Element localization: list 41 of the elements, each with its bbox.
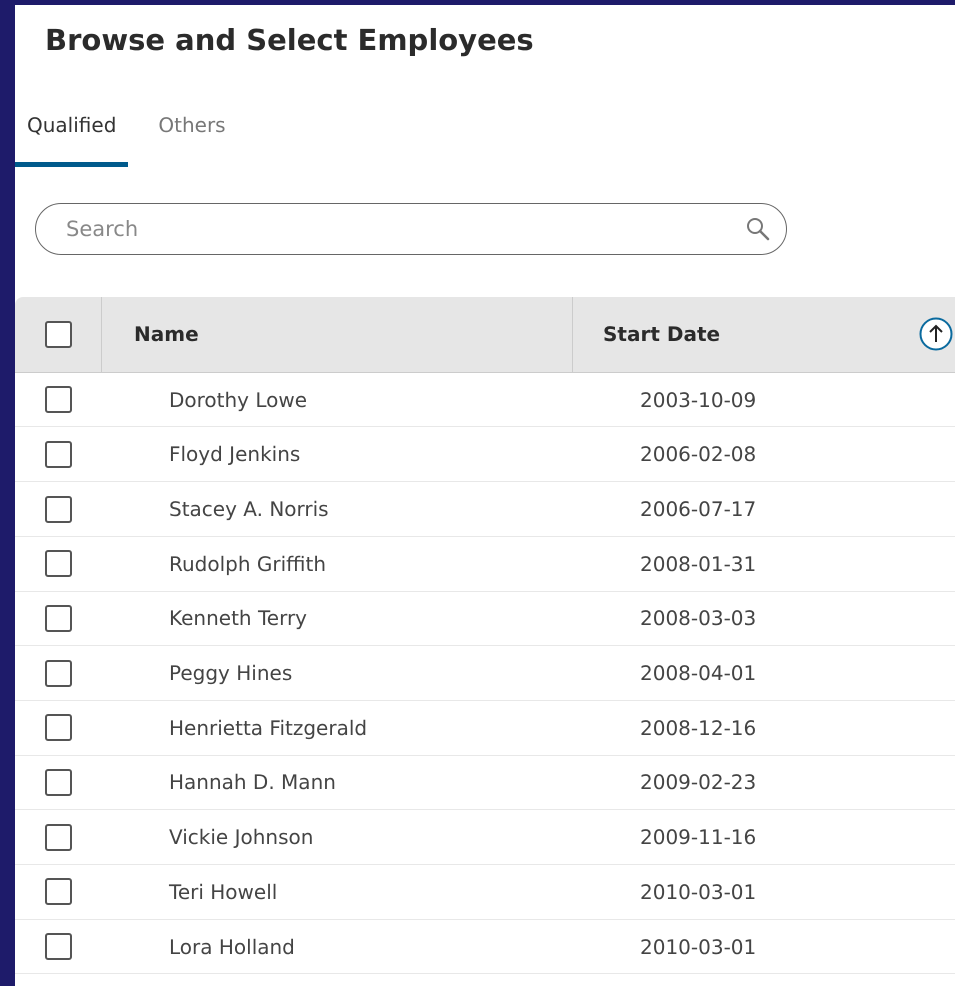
start-date: 2009-02-23 bbox=[639, 769, 756, 796]
tab[interactable]: Qualified bbox=[15, 104, 128, 167]
employee-name: Kenneth Terry bbox=[168, 605, 308, 632]
row-checkbox[interactable] bbox=[45, 660, 72, 687]
employee-name: Dorothy Lowe bbox=[168, 386, 308, 414]
start-date: 2008-03-03 bbox=[639, 605, 756, 632]
search-icon bbox=[745, 216, 771, 242]
dialog-title: Browse and Select Employees bbox=[44, 22, 535, 58]
start-date: 2010-03-01 bbox=[639, 934, 756, 961]
row-checkbox[interactable] bbox=[45, 933, 72, 960]
employee-name: Teri Howell bbox=[168, 878, 278, 906]
start-date: 2009-11-16 bbox=[639, 824, 756, 852]
start-date: 2006-02-08 bbox=[639, 441, 756, 468]
employee-name: Vickie Johnson bbox=[168, 824, 314, 852]
start-date: 2008-12-16 bbox=[639, 714, 756, 742]
row-checkbox[interactable] bbox=[45, 604, 72, 632]
row-checkbox[interactable] bbox=[45, 550, 72, 578]
tab[interactable]: Others bbox=[146, 104, 238, 167]
start-date: 2010-03-01 bbox=[639, 878, 756, 906]
start-date: 2008-04-01 bbox=[639, 660, 756, 688]
row-checkbox[interactable] bbox=[45, 714, 72, 742]
employee-name: Stacey A. Norris bbox=[168, 496, 329, 524]
employee-name: Henrietta Fitzgerald bbox=[168, 714, 368, 742]
column-header[interactable]: Start Date bbox=[573, 319, 720, 350]
row-checkbox[interactable] bbox=[45, 440, 72, 468]
start-date: 2003-10-09 bbox=[639, 386, 756, 414]
row-checkbox[interactable] bbox=[45, 496, 72, 523]
employee-name: Floyd Jenkins bbox=[168, 441, 300, 468]
column-header[interactable]: Name bbox=[102, 319, 199, 350]
row-checkbox[interactable] bbox=[45, 878, 72, 906]
row-checkbox[interactable] bbox=[45, 824, 72, 851]
row-checkbox[interactable] bbox=[45, 386, 72, 414]
employee-name: Hannah D. Mann bbox=[168, 769, 336, 796]
start-date: 2008-01-31 bbox=[639, 550, 756, 578]
start-date: 2006-07-17 bbox=[639, 496, 756, 524]
select-all-checkbox[interactable] bbox=[44, 320, 72, 348]
search-field[interactable]: Search bbox=[35, 202, 787, 255]
row-checkbox[interactable] bbox=[45, 768, 72, 796]
employee-name: Lora Holland bbox=[168, 934, 295, 961]
employee-name: Peggy Hines bbox=[168, 660, 292, 688]
employee-name: Rudolph Griffith bbox=[168, 550, 326, 578]
